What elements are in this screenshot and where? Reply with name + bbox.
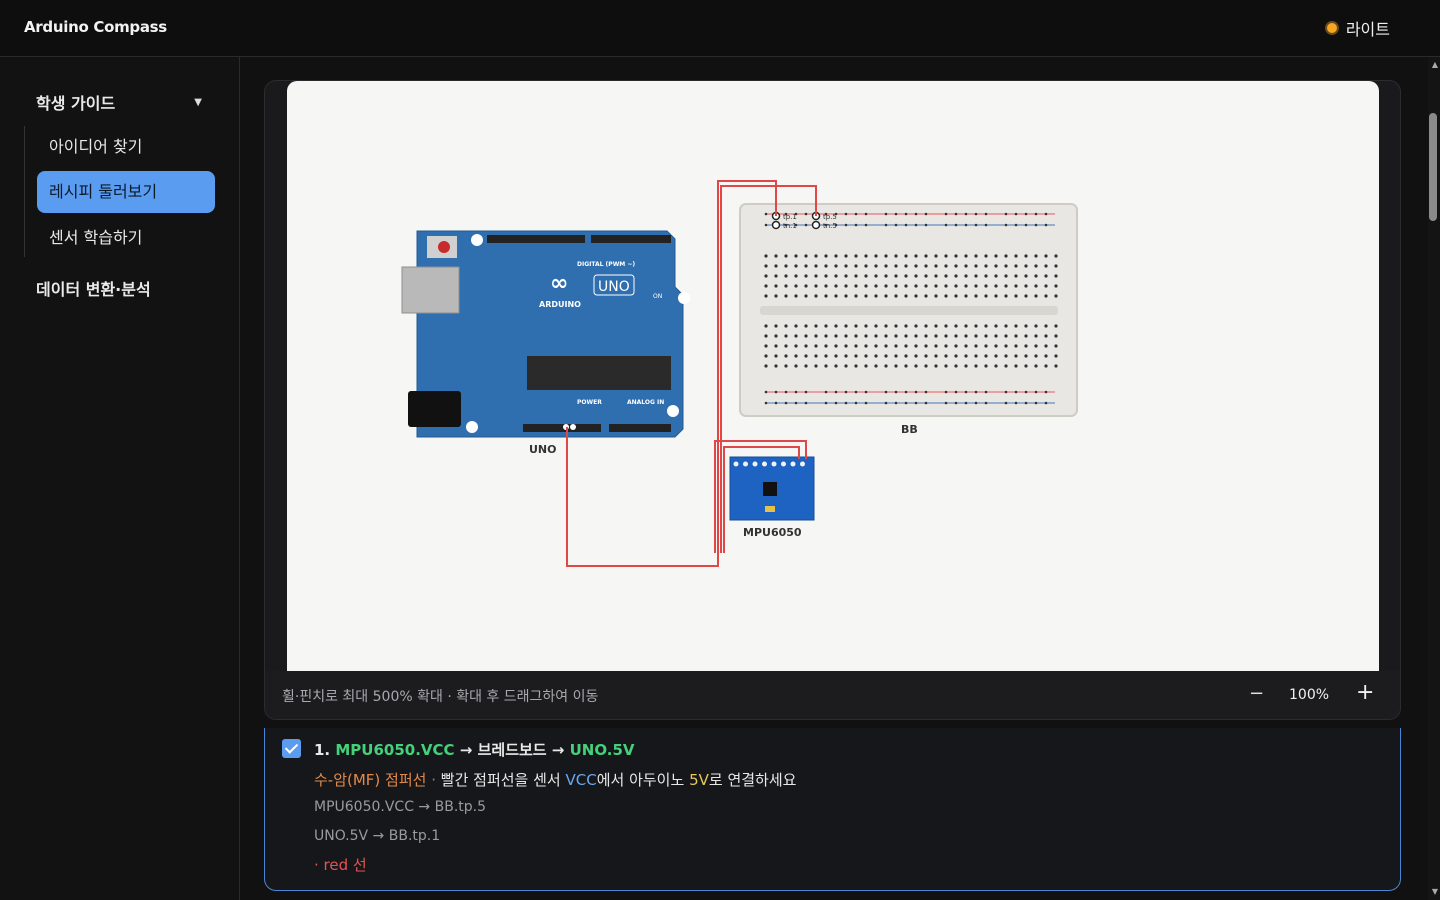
connection-1: MPU6050.VCC → BB.tp.5 — [314, 799, 486, 815]
circuit-canvas[interactable]: ∞ UNO ARDUINO DIGITAL (PWM ~) POWER ANAL… — [287, 81, 1379, 671]
svg-text:∞: ∞ — [550, 271, 568, 296]
pin-label-tp1: tp.1 — [783, 213, 797, 221]
desc-separator: · — [426, 771, 441, 789]
breadboard[interactable]: tp.1 tn.1 tp.5 tn.5 — [739, 203, 1078, 417]
viewer-footer: 휠·핀치로 최대 500% 확대 · 확대 후 드래그하여 이동 − 100% … — [265, 671, 1400, 719]
step-arrow: → 브레드보드 → — [459, 741, 565, 759]
pin-label-tp5: tp.5 — [823, 213, 837, 221]
page-scrollbar[interactable] — [1428, 57, 1440, 900]
pin-label-tn1: tn.1 — [783, 222, 797, 230]
top-bar: Arduino Compass 라이트 — [0, 0, 1440, 57]
diagram-panel: ∞ UNO ARDUINO DIGITAL (PWM ~) POWER ANAL… — [264, 80, 1401, 720]
connection-2: UNO.5V → BB.tp.1 — [314, 828, 441, 844]
sidebar: 학생 가이드 ▼ 아이디어 찾기 레시피 둘러보기 센서 학습하기 데이터 변환… — [0, 57, 240, 900]
sidebar-item-recipes[interactable]: 레시피 둘러보기 — [37, 171, 215, 213]
step-checkbox[interactable] — [282, 739, 301, 758]
circuit-diagram: ∞ UNO ARDUINO DIGITAL (PWM ~) POWER ANAL… — [401, 180, 1078, 567]
desc-part-a: 빨간 점퍼선을 센서 — [440, 771, 566, 789]
nav-group-student-guide[interactable]: 학생 가이드 ▼ — [36, 90, 206, 114]
zoom-in-button[interactable]: + — [1356, 680, 1374, 705]
desc-part-c: 로 연결하세요 — [708, 771, 797, 789]
step-number: 1. — [314, 741, 331, 759]
desc-vcc: VCC — [565, 771, 597, 789]
theme-toggle-button[interactable]: 라이트 — [1324, 16, 1390, 40]
pin-label-tn5: tn.5 — [823, 222, 837, 230]
step-from: MPU6050.VCC — [335, 741, 455, 759]
zoom-level: 100% — [1289, 687, 1330, 703]
scroll-down-icon[interactable]: ▼ — [1432, 887, 1438, 896]
sidebar-item-ideas[interactable]: 아이디어 찾기 — [37, 126, 215, 168]
analog-label: ANALOG IN — [627, 399, 664, 406]
step-description: 수-암(MF) 점퍼선 · 빨간 점퍼선을 센서 VCC에서 아두이노 5V로 … — [314, 769, 796, 790]
nav-group-label: 학생 가이드 — [36, 94, 116, 113]
on-label: ON — [653, 293, 662, 300]
sidebar-item-sensors[interactable]: 센서 학습하기 — [37, 217, 215, 259]
power-label: POWER — [577, 399, 602, 406]
scrollbar-thumb[interactable] — [1429, 113, 1437, 221]
mpu-label: MPU6050 — [743, 526, 802, 539]
uno-label: UNO — [529, 443, 557, 456]
wire-type: 수-암(MF) 점퍼선 — [314, 771, 427, 789]
digital-label: DIGITAL (PWM ~) — [577, 261, 635, 268]
theme-label: 라이트 — [1345, 20, 1390, 39]
chevron-down-icon: ▼ — [194, 96, 202, 108]
nav-tree-line — [24, 126, 25, 257]
arduino-uno-board[interactable]: ∞ UNO ARDUINO DIGITAL (PWM ~) POWER ANAL… — [401, 230, 690, 438]
step-to: UNO.5V — [569, 741, 635, 759]
board-brand-text: ARDUINO — [539, 300, 581, 309]
mpu6050-module[interactable] — [729, 456, 815, 521]
board-model-text: UNO — [598, 279, 630, 295]
scroll-up-icon[interactable]: ▲ — [1432, 60, 1438, 69]
zoom-out-button[interactable]: − — [1249, 683, 1264, 704]
bb-label: BB — [901, 423, 918, 436]
wire-color-note: · red 선 — [314, 856, 367, 874]
desc-part-b: 에서 아두이노 — [596, 771, 690, 789]
step-title: 1. MPU6050.VCC → 브레드보드 → UNO.5V — [314, 739, 635, 760]
zoom-hint: 휠·핀치로 최대 500% 확대 · 확대 후 드래그하여 이동 — [282, 689, 599, 705]
app-title[interactable]: Arduino Compass — [24, 18, 167, 36]
step-card: 1. MPU6050.VCC → 브레드보드 → UNO.5V 수-암(MF) … — [264, 728, 1401, 891]
sidebar-item-data[interactable]: 데이터 변환·분석 — [36, 276, 151, 300]
sun-icon — [1324, 20, 1340, 36]
desc-5v: 5V — [689, 771, 709, 789]
